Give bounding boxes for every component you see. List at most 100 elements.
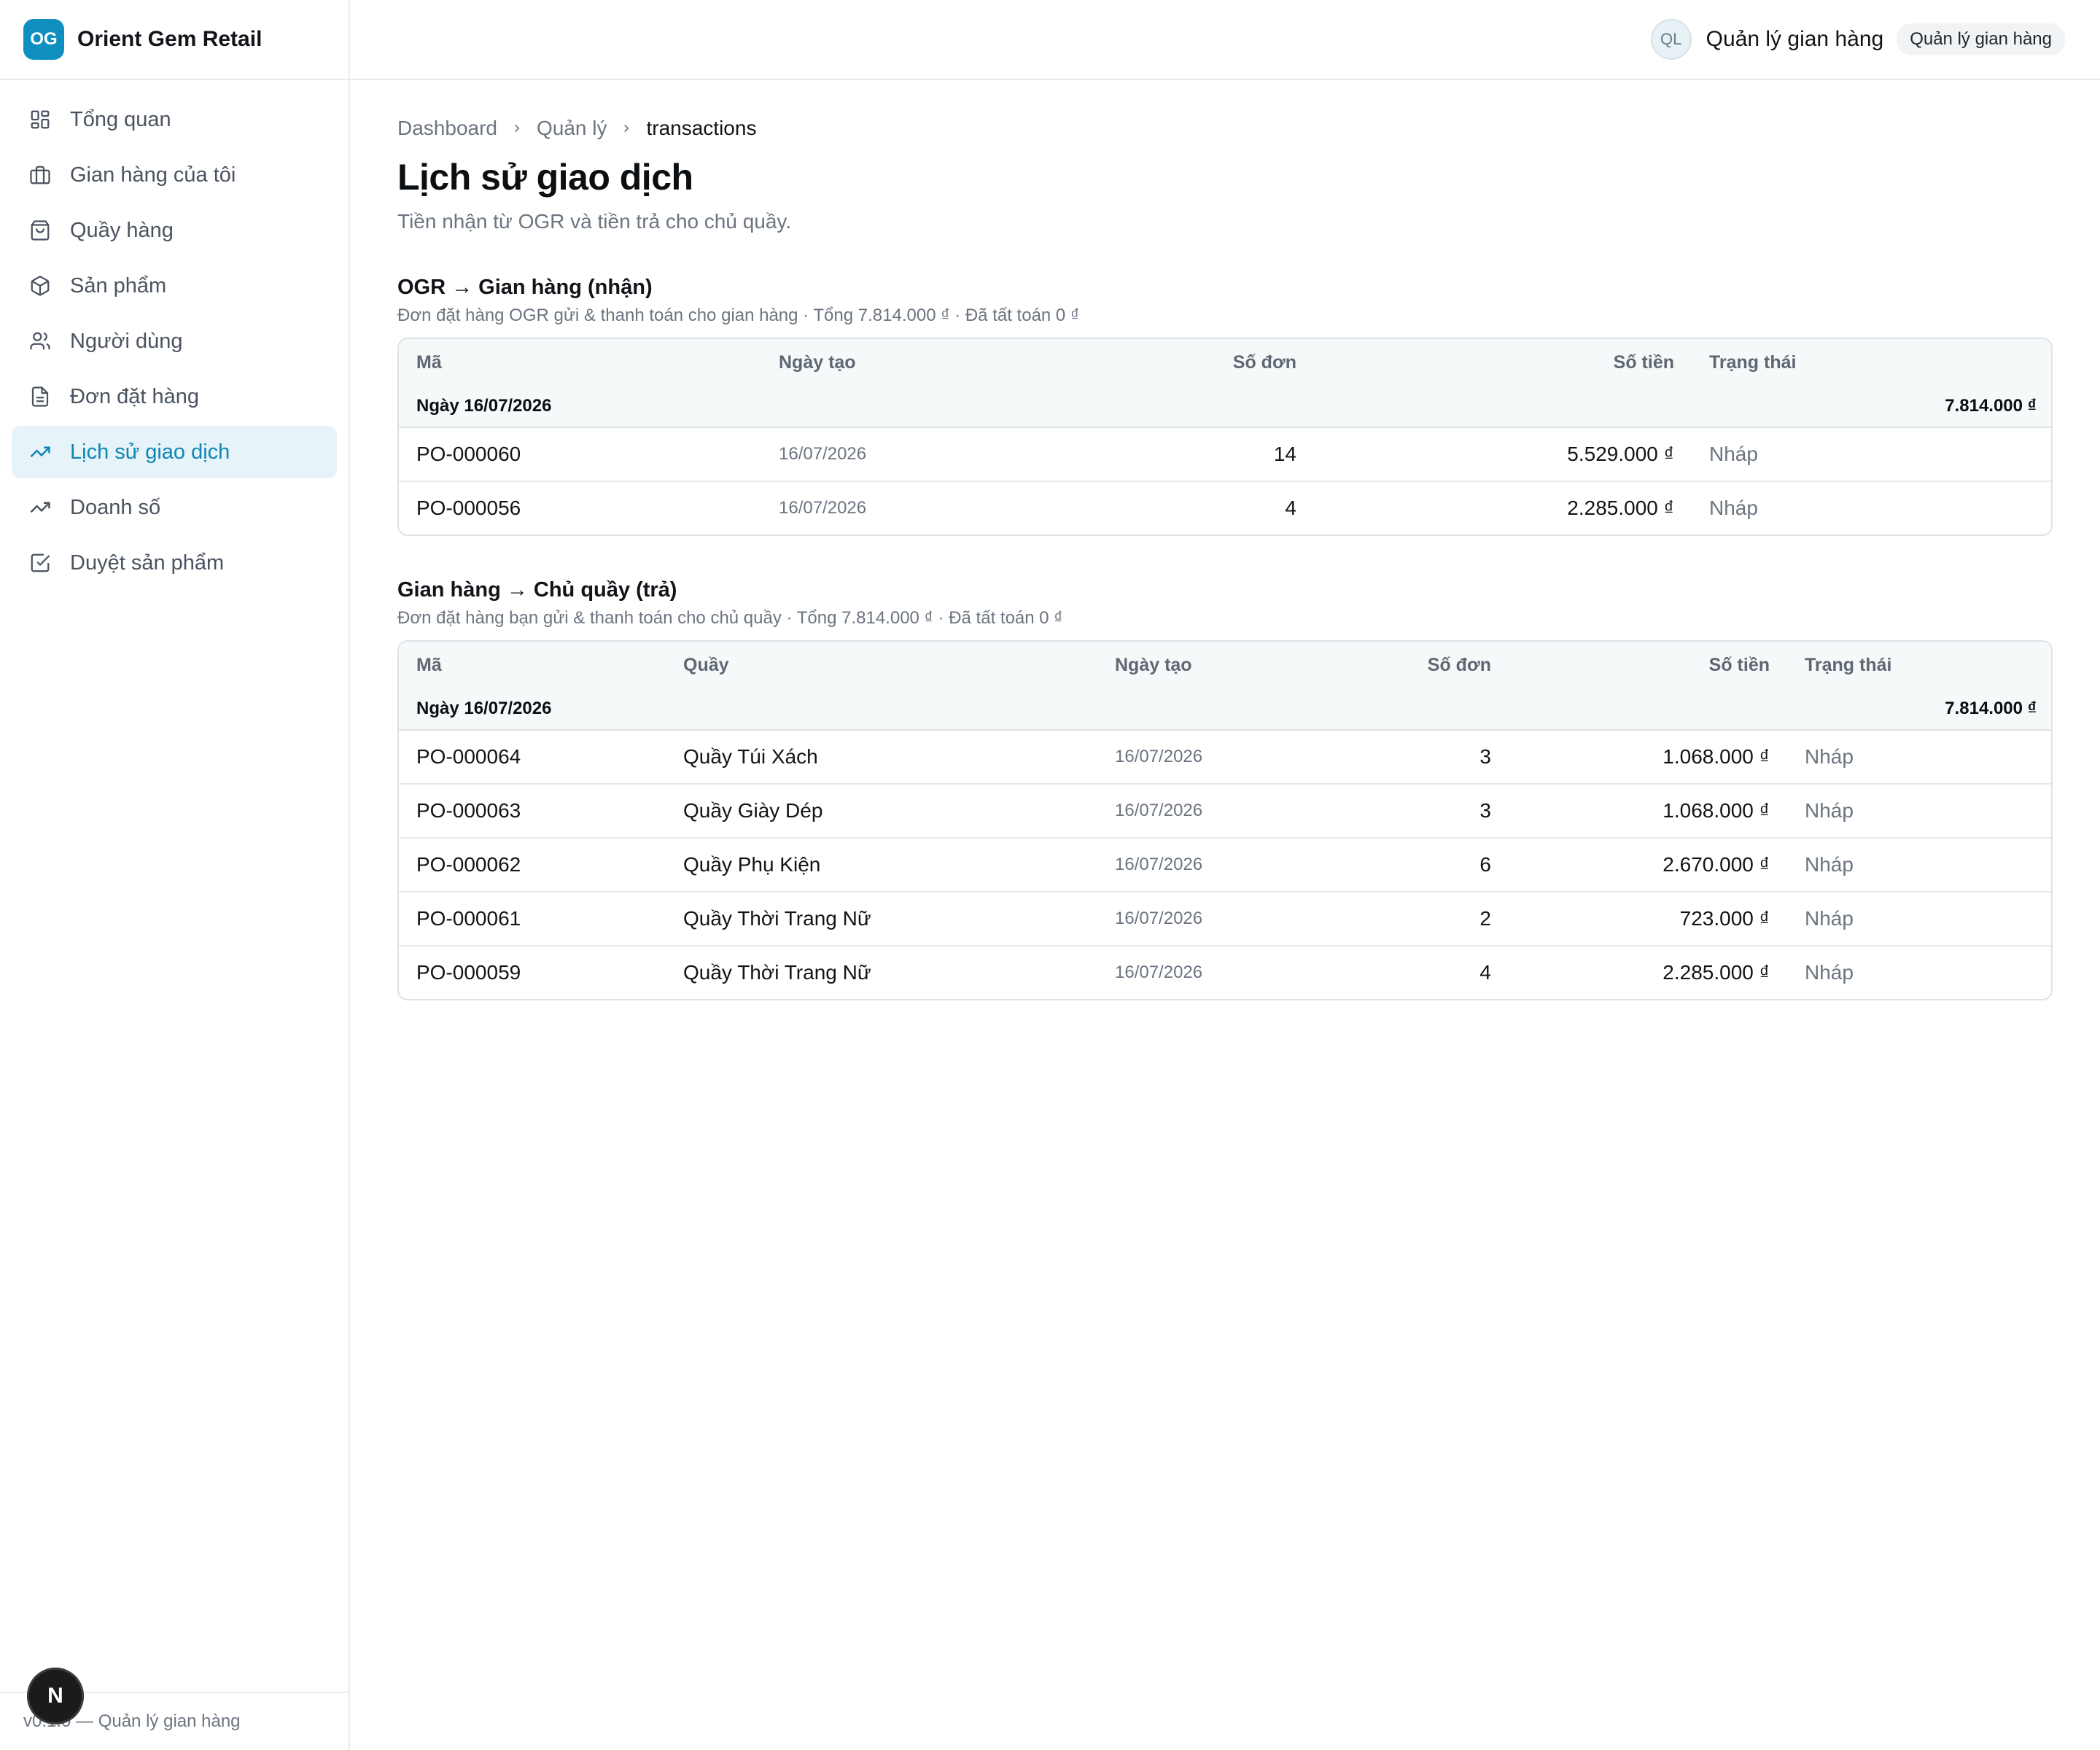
table-header-row: Mã Quầy Ngày tạo Số đơn Số tiền Trạng th… — [399, 642, 2051, 688]
cell-counter: Quầy Giày Dép — [666, 784, 1097, 839]
sidebar-item-duyet-san-pham[interactable]: Duyệt sản phẩm — [12, 537, 337, 589]
group-total: 7.814.000 ₫ — [1787, 688, 2051, 731]
table-row[interactable]: PO-000059 Quầy Thời Trang Nữ 16/07/2026 … — [399, 946, 2051, 999]
cell-amount: 1.068.000 ₫ — [1509, 730, 1787, 785]
cell-code: PO-000061 — [399, 892, 666, 946]
trending-up-icon — [29, 497, 51, 518]
cell-counter: Quầy Thời Trang Nữ — [666, 892, 1097, 946]
sidebar-item-lich-su-giao-dich[interactable]: Lịch sử giao dịch — [12, 426, 337, 478]
column-header-date[interactable]: Ngày tạo — [1097, 642, 1389, 688]
package-icon — [29, 275, 51, 297]
section-title: OGR → Gian hàng (nhận) — [397, 276, 653, 299]
cell-count: 4 — [1479, 961, 1491, 984]
group-label: Ngày 16/07/2026 — [399, 386, 1692, 428]
sidebar-item-san-pham[interactable]: Sản phẩm — [12, 260, 337, 312]
column-header-amount[interactable]: Số tiền — [1314, 339, 1692, 386]
check-square-icon — [29, 552, 51, 574]
cell-code: PO-000063 — [399, 784, 666, 839]
sidebar-item-quay-hang[interactable]: Quầy hàng — [12, 204, 337, 257]
column-header-count[interactable]: Số đơn — [1389, 642, 1509, 688]
brand[interactable]: OG Orient Gem Retail — [0, 0, 349, 80]
cell-amount: 2.285.000 ₫ — [1567, 497, 1674, 519]
table-row[interactable]: PO-000061 Quầy Thời Trang Nữ 16/07/2026 … — [399, 892, 2051, 946]
column-header-status[interactable]: Trạng thái — [1692, 339, 2051, 386]
column-header-code[interactable]: Mã — [399, 339, 761, 386]
section-title: Gian hàng → Chủ quầy (trả) — [397, 578, 677, 602]
cell-code: PO-000060 — [399, 427, 761, 482]
cell-date: 16/07/2026 — [1097, 838, 1389, 892]
cell-date: 16/07/2026 — [1097, 730, 1389, 785]
page-subtitle: Tiền nhận từ OGR và tiền trả cho chủ quầ… — [397, 210, 792, 233]
main-content: Dashboard Quản lý transactions Lịch sử g… — [397, 80, 2053, 1000]
cell-counter: Quầy Thời Trang Nữ — [683, 961, 871, 984]
cell-status: Nháp — [1787, 730, 2051, 785]
sidebar-item-nguoi-dung[interactable]: Người dùng — [12, 315, 337, 368]
shopping-bag-icon — [29, 219, 51, 241]
sidebar-item-don-dat-hang[interactable]: Đơn đặt hàng — [12, 370, 337, 423]
sidebar-item-label: Duyệt sản phẩm — [70, 551, 225, 575]
table-row[interactable]: PO-000060 16/07/2026 14 5.529.000 ₫ Nháp — [399, 427, 2051, 482]
chevron-right-icon — [510, 117, 524, 140]
column-header-amount[interactable]: Số tiền — [1509, 642, 1787, 688]
cell-count: 2 — [1389, 892, 1509, 946]
column-header-counter[interactable]: Quầy — [666, 642, 1097, 688]
cell-counter: Quầy Túi Xách — [666, 730, 1097, 785]
column-header-status[interactable]: Trạng thái — [1787, 642, 2051, 688]
n-badge-button[interactable]: N — [27, 1668, 84, 1724]
users-icon — [29, 330, 51, 352]
cell-amount: 2.285.000 ₫ — [1662, 961, 1770, 984]
sidebar-item-label: Sản phẩm — [70, 273, 167, 298]
table-row[interactable]: PO-000062 Quầy Phụ Kiện 16/07/2026 6 2.6… — [399, 838, 2051, 892]
column-header-code[interactable]: Mã — [399, 642, 666, 688]
section-ogr-received: OGR → Gian hàng (nhận) Đơn đặt hàng OGR … — [397, 276, 2053, 536]
sidebar-item-gian-hang[interactable]: Gian hàng của tôi — [12, 149, 337, 201]
avatar[interactable]: QL — [1650, 19, 1692, 60]
sidebar-item-label: Doanh số — [70, 495, 161, 519]
cell-status: Nháp — [1787, 784, 2051, 839]
cell-code: PO-000059 — [416, 961, 521, 984]
sidebar-item-label: Đơn đặt hàng — [70, 384, 200, 408]
cell-date: 16/07/2026 — [1097, 892, 1389, 946]
cell-count: 14 — [1097, 427, 1314, 482]
topbar: QL Quản lý gian hàng Quản lý gian hàng — [350, 0, 2100, 80]
cell-count: 3 — [1389, 730, 1509, 785]
breadcrumb-dashboard[interactable]: Dashboard — [397, 117, 497, 140]
trending-up-icon — [29, 441, 51, 463]
cell-code: PO-000056 — [416, 497, 521, 519]
table-paid: Mã Quầy Ngày tạo Số đơn Số tiền Trạng th… — [397, 640, 2053, 1000]
brand-name: Orient Gem Retail — [77, 27, 262, 51]
brand-logo: OG — [23, 19, 64, 60]
cell-status: Nháp — [1709, 497, 1758, 519]
cell-count: 4 — [1285, 497, 1296, 519]
app: OG Orient Gem Retail Tổng quan Gian hàng… — [0, 0, 2100, 1750]
cell-code: PO-000062 — [399, 838, 666, 892]
cell-count: 3 — [1389, 784, 1509, 839]
table-row[interactable]: PO-000063 Quầy Giày Dép 16/07/2026 3 1.0… — [399, 784, 2051, 839]
breadcrumb-quan-ly[interactable]: Quản lý — [537, 117, 607, 140]
cell-date: 16/07/2026 — [1115, 962, 1203, 982]
column-header-date[interactable]: Ngày tạo — [761, 339, 1097, 386]
chevron-right-icon — [620, 117, 633, 140]
cell-date: 16/07/2026 — [761, 427, 1097, 482]
table-row[interactable]: PO-000064 Quầy Túi Xách 16/07/2026 3 1.0… — [399, 730, 2051, 785]
table-row[interactable]: PO-000056 16/07/2026 4 2.285.000 ₫ Nháp — [399, 481, 2051, 534]
table-header-row: Mã Ngày tạo Số đơn Số tiền Trạng thái — [399, 339, 2051, 386]
cell-status: Nháp — [1787, 892, 2051, 946]
sidebar: OG Orient Gem Retail Tổng quan Gian hàng… — [0, 0, 350, 1750]
cell-amount: 1.068.000 ₫ — [1509, 784, 1787, 839]
cell-amount: 723.000 ₫ — [1509, 892, 1787, 946]
cell-counter: Quầy Phụ Kiện — [666, 838, 1097, 892]
group-row: Ngày 16/07/2026 7.814.000 ₫ — [399, 688, 2051, 731]
sidebar-item-tong-quan[interactable]: Tổng quan — [12, 93, 337, 146]
sidebar-nav: Tổng quan Gian hàng của tôi Quầy hàng Sả… — [0, 80, 349, 589]
cell-status: Nháp — [1805, 961, 1854, 984]
cell-status: Nháp — [1692, 427, 2051, 482]
breadcrumb: Dashboard Quản lý transactions — [397, 117, 2053, 140]
sidebar-item-label: Quầy hàng — [70, 218, 174, 242]
page-title: Lịch sử giao dịch — [397, 157, 693, 198]
section-subtitle: Đơn đặt hàng bạn gửi & thanh toán cho ch… — [397, 608, 1063, 628]
column-header-count[interactable]: Số đơn — [1097, 339, 1314, 386]
sidebar-item-label: Gian hàng của tôi — [70, 163, 236, 187]
cell-code: PO-000064 — [399, 730, 666, 785]
sidebar-item-doanh-so[interactable]: Doanh số — [12, 481, 337, 534]
